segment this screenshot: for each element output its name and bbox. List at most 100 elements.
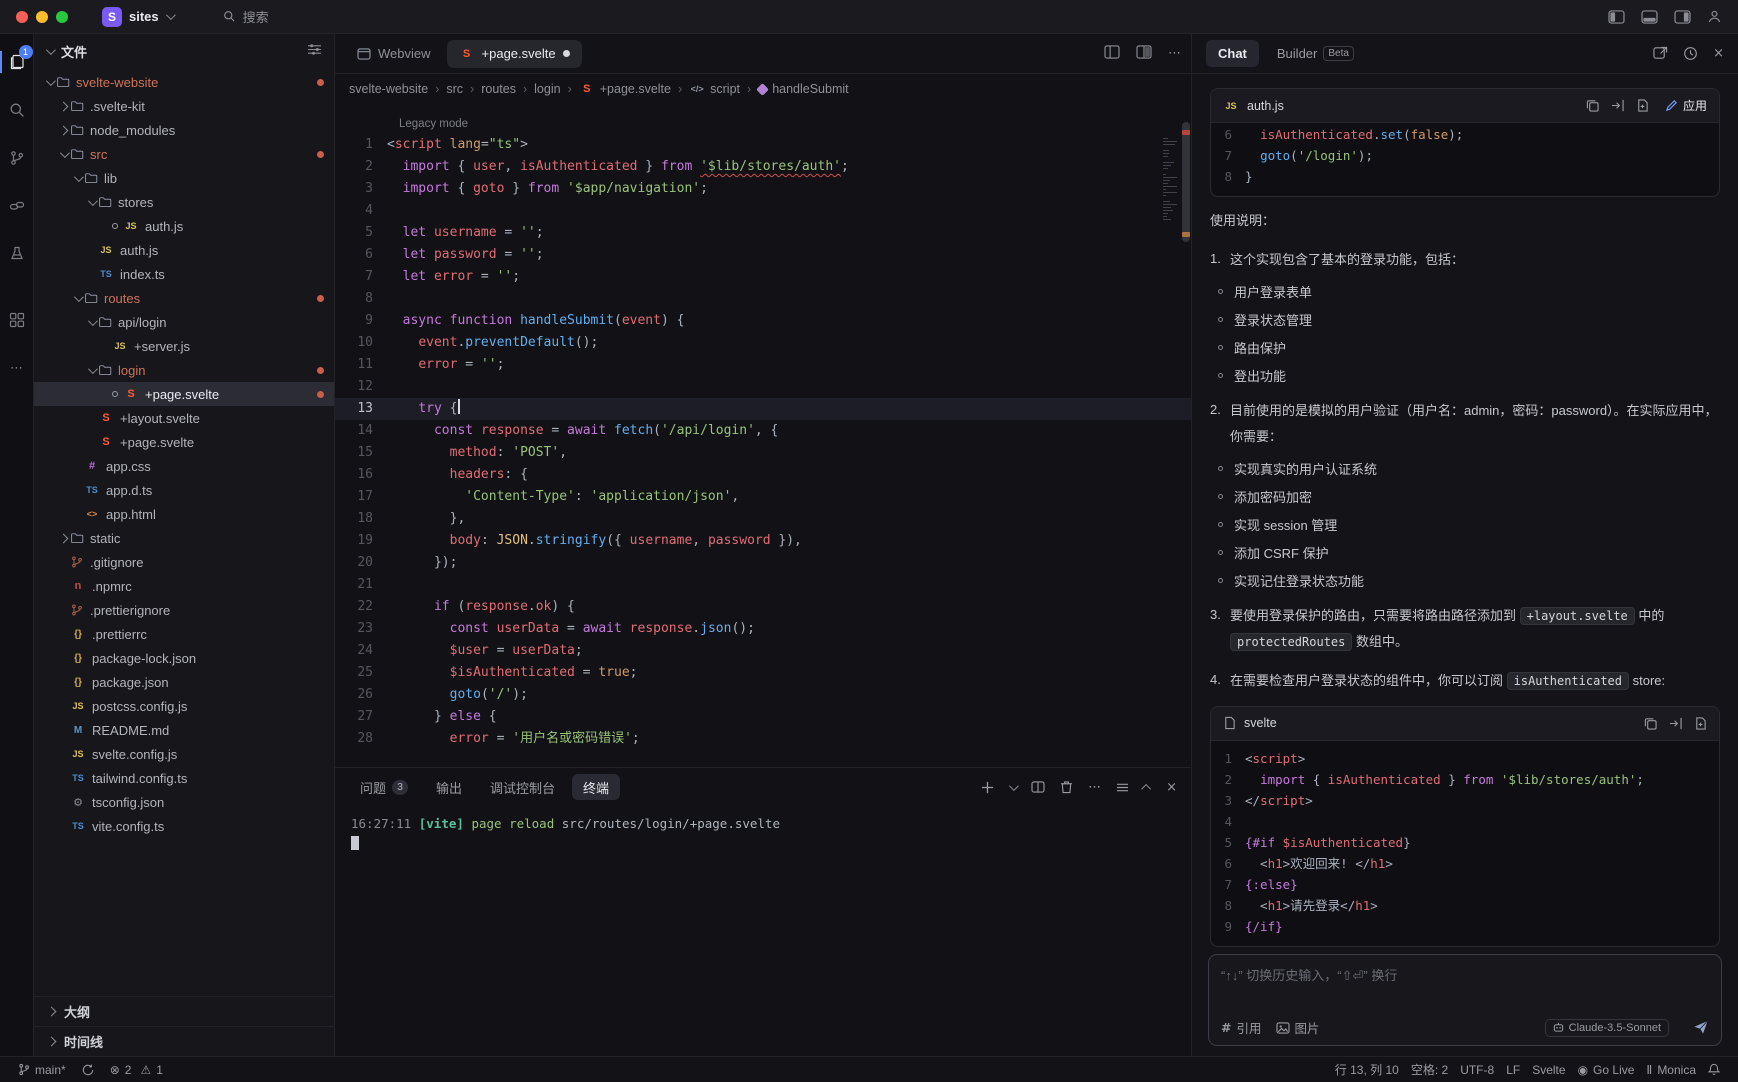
terminal-dropdown-icon[interactable] [1009, 784, 1016, 791]
code-line-4[interactable]: 4 [335, 200, 1191, 222]
code-line-26[interactable]: 26 goto('/'); [335, 684, 1191, 706]
code-line-5[interactable]: 5 let username = ''; [335, 222, 1191, 244]
insert-code-icon[interactable] [1669, 717, 1682, 730]
reference-button[interactable]: # 引用 [1221, 1018, 1262, 1037]
editor-tab-webview[interactable]: Webview [345, 40, 443, 68]
sync-button[interactable] [76, 1057, 100, 1082]
tree-item-app-d-ts[interactable]: TSapp.d.ts [34, 478, 334, 502]
tree-item-layout-svelte[interactable]: S+layout.svelte [34, 406, 334, 430]
tree-item-gitignore[interactable]: .gitignore [34, 550, 334, 574]
tree-item-package-json[interactable]: {}package.json [34, 670, 334, 694]
account-icon[interactable] [1707, 9, 1722, 24]
tree-item-postcss-config-js[interactable]: JSpostcss.config.js [34, 694, 334, 718]
code-line-16[interactable]: 16 headers: { [335, 464, 1191, 486]
tree-item-npmrc[interactable]: n.npmrc [34, 574, 334, 598]
outline-section[interactable]: 大纲 [34, 996, 334, 1026]
code-line-2[interactable]: 2 import { user, isAuthenticated } from … [335, 156, 1191, 178]
tree-item-svelte-website[interactable]: svelte-website [34, 70, 334, 94]
code-line-15[interactable]: 15 method: 'POST', [335, 442, 1191, 464]
tree-item-package-lock-json[interactable]: {}package-lock.json [34, 646, 334, 670]
status-2[interactable]: 空格: 2 [1405, 1061, 1454, 1078]
history-icon[interactable] [1683, 46, 1698, 61]
code-line-20[interactable]: 20 }); [335, 552, 1191, 574]
new-terminal-icon[interactable] [981, 781, 994, 794]
breadcrumb-routes[interactable]: routes [481, 82, 516, 96]
toggle-left-panel-icon[interactable] [1608, 10, 1625, 24]
tree-item-stores[interactable]: stores [34, 190, 334, 214]
tree-item-prettierignore[interactable]: .prettierignore [34, 598, 334, 622]
editor-tab-page-svelte[interactable]: S+page.svelte [447, 40, 582, 68]
code-line-28[interactable]: 28 error = '用户名或密码错误'; [335, 728, 1191, 750]
tree-item-tsconfig-json[interactable]: ⚙tsconfig.json [34, 790, 334, 814]
toggle-right-panel-icon[interactable] [1674, 10, 1691, 24]
image-button[interactable]: 图片 [1276, 1018, 1320, 1037]
copy-code-icon[interactable] [1644, 717, 1657, 730]
tree-item-readme-md[interactable]: MREADME.md [34, 718, 334, 742]
send-button[interactable] [1693, 1020, 1709, 1035]
panel-more-icon[interactable]: ⋯ [1088, 780, 1101, 795]
breadcrumb-handlesubmit[interactable]: handleSubmit [758, 82, 848, 96]
tree-item-page-svelte[interactable]: S+page.svelte [34, 382, 334, 406]
terminal-output[interactable]: 16:27:11 [vite] page reload src/routes/l… [335, 806, 1191, 1056]
zoom-window-button[interactable] [56, 11, 68, 23]
status-utf-8[interactable]: UTF-8 [1454, 1063, 1500, 1077]
tree-item-svelte-kit[interactable]: .svelte-kit [34, 94, 334, 118]
new-file-icon[interactable] [1694, 717, 1707, 730]
close-window-button[interactable] [16, 11, 28, 23]
tree-item-node-modules[interactable]: node_modules [34, 118, 334, 142]
close-chat-icon[interactable]: × [1713, 46, 1724, 61]
code-line-17[interactable]: 17 'Content-Type': 'application/json', [335, 486, 1191, 508]
tree-item-prettierrc[interactable]: {}.prettierrc [34, 622, 334, 646]
code-line-1[interactable]: 1<script lang="ts"> [335, 134, 1191, 156]
tree-item-routes[interactable]: routes [34, 286, 334, 310]
code-line-18[interactable]: 18 }, [335, 508, 1191, 530]
breadcrumb-svelte-website[interactable]: svelte-website [349, 82, 428, 96]
minimap[interactable] [1163, 138, 1179, 222]
code-line-6[interactable]: 6 let password = ''; [335, 244, 1191, 266]
copy-code-icon[interactable] [1586, 99, 1599, 112]
tree-item-index-ts[interactable]: TSindex.ts [34, 262, 334, 286]
status-lf[interactable]: LF [1500, 1063, 1526, 1077]
open-preview-icon[interactable] [1104, 45, 1120, 62]
status-go-live[interactable]: ◉Go Live [1572, 1063, 1641, 1077]
code-line-10[interactable]: 10 event.preventDefault(); [335, 332, 1191, 354]
code-line-8[interactable]: 8 [335, 288, 1191, 310]
activity-remote-icon[interactable] [0, 192, 34, 220]
open-chat-in-editor-icon[interactable] [1653, 46, 1668, 61]
model-selector[interactable]: Claude-3.5-Sonnet [1545, 1019, 1669, 1037]
tree-item-auth-js[interactable]: JSauth.js [34, 238, 334, 262]
activity-more-icon[interactable]: ⋯ [0, 354, 34, 382]
status-13-10[interactable]: 行 13, 列 10 [1329, 1061, 1405, 1078]
minimize-window-button[interactable] [36, 11, 48, 23]
code-line-19[interactable]: 19 body: JSON.stringify({ username, pass… [335, 530, 1191, 552]
explorer-header[interactable]: 文件 [34, 34, 334, 68]
kill-terminal-icon[interactable] [1060, 780, 1073, 794]
code-line-22[interactable]: 22 if (response.ok) { [335, 596, 1191, 618]
code-line-13[interactable]: 13 try { [335, 398, 1191, 420]
breadcrumb-page-svelte[interactable]: S+page.svelte [579, 82, 671, 96]
chat-input[interactable]: “↑↓” 切换历史输入，“⇧⏎” 换行 # 引用 图片 Claude-3.5 [1208, 954, 1722, 1046]
code-line-21[interactable]: 21 [335, 574, 1191, 596]
close-panel-icon[interactable]: × [1166, 780, 1177, 795]
chat-messages[interactable]: JS auth.js 应用 6 isAuthenticated. [1192, 74, 1738, 948]
workspace-switcher[interactable]: S sites [102, 7, 173, 27]
breadcrumb-login[interactable]: login [534, 82, 560, 96]
code-line-7[interactable]: 7 let error = ''; [335, 266, 1191, 288]
breadcrumb-script[interactable]: </>script [689, 82, 740, 96]
notifications-bell[interactable] [1702, 1063, 1726, 1076]
code-line-3[interactable]: 3 import { goto } from '$app/navigation'… [335, 178, 1191, 200]
tree-item-app-html[interactable]: <>app.html [34, 502, 334, 526]
timeline-section[interactable]: 时间线 [34, 1026, 334, 1056]
tree-item-login[interactable]: login [34, 358, 334, 382]
panel-tab-[interactable]: 输出 [425, 774, 473, 800]
chat-tab-chat[interactable]: Chat [1206, 40, 1259, 67]
activity-source-control-icon[interactable] [0, 144, 34, 172]
tree-item-server-js[interactable]: JS+server.js [34, 334, 334, 358]
tree-item-app-css[interactable]: #app.css [34, 454, 334, 478]
split-editor-icon[interactable] [1136, 45, 1152, 62]
split-terminal-icon[interactable] [1031, 781, 1045, 793]
code-line-27[interactable]: 27 } else { [335, 706, 1191, 728]
activity-extensions-icon[interactable] [0, 240, 34, 268]
panel-tab-[interactable]: 终端 [572, 774, 620, 800]
explorer-actions-icon[interactable] [307, 43, 322, 59]
